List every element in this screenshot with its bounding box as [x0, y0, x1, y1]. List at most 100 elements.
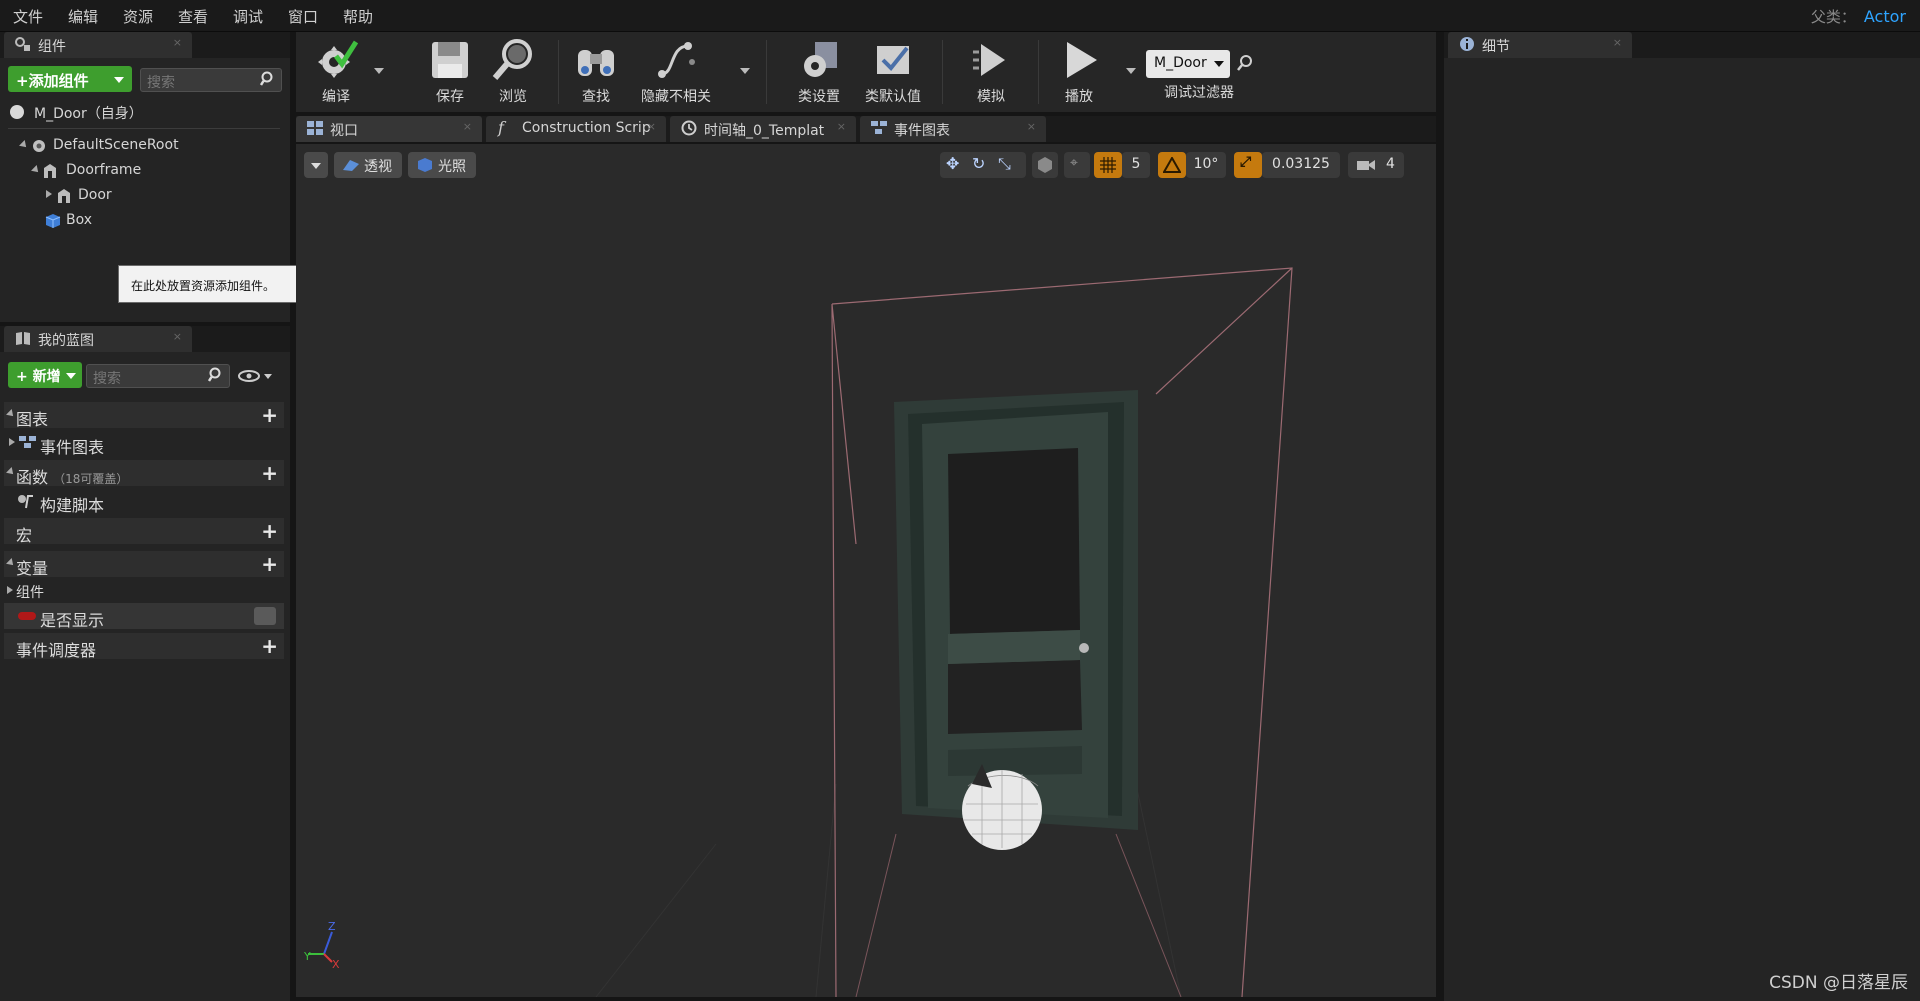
tree-item-doorframe[interactable]: Doorframe — [32, 161, 280, 183]
add-variable-button[interactable]: + — [261, 552, 278, 576]
class-defaults-button[interactable]: 类默认值 — [856, 32, 930, 112]
compile-options-dropdown[interactable] — [374, 68, 384, 74]
add-function-button[interactable]: + — [261, 461, 278, 485]
close-icon[interactable]: × — [1613, 36, 1622, 49]
collapse-arrow-icon[interactable] — [9, 438, 15, 446]
my-blueprint-search-input[interactable]: 搜索 — [86, 364, 230, 388]
grid-snap-value[interactable]: 5 — [1122, 152, 1150, 178]
view-options-icon[interactable] — [238, 368, 274, 384]
viewport[interactable]: 透视 光照 ✥ ↻ ⤡ ⌖ 5 10° ⤢ 0.03125 4 Z Y X — [296, 144, 1436, 997]
static-mesh-icon — [56, 187, 72, 205]
close-icon[interactable]: × — [647, 120, 656, 133]
details-info-icon — [1458, 36, 1476, 52]
browse-button[interactable]: 浏览 — [482, 32, 544, 112]
menu-asset[interactable]: 资源 — [123, 6, 153, 27]
menu-view[interactable]: 查看 — [178, 6, 208, 27]
components-search-input[interactable]: 搜索 — [140, 68, 282, 92]
parent-class: 父类： Actor — [1811, 6, 1906, 27]
tab-viewport[interactable]: 视口 × — [296, 116, 482, 142]
compile-gear-icon — [314, 38, 358, 82]
hide-unrelated-dropdown[interactable] — [740, 68, 750, 74]
lit-sphere-icon — [416, 157, 434, 173]
close-icon[interactable]: × — [173, 36, 182, 49]
my-blueprint-panel: 我的蓝图 × + 新增 搜索 图表 + 事件图表 函数 （18可覆盖） + 构建… — [0, 326, 290, 1001]
browse-label: 浏览 — [482, 86, 544, 106]
expand-arrow-icon[interactable] — [6, 558, 16, 568]
expand-arrow-icon[interactable] — [6, 409, 16, 419]
tab-event-graph[interactable]: 事件图表 × — [860, 116, 1046, 142]
tab-timeline[interactable]: 时间轴_0_Templat × — [670, 116, 856, 142]
section-variables[interactable]: 变量 + — [4, 551, 284, 577]
play-options-dropdown[interactable] — [1126, 68, 1136, 74]
scale-snap-value[interactable]: 0.03125 — [1262, 152, 1340, 178]
section-functions[interactable]: 函数 （18可覆盖） + — [4, 460, 284, 486]
class-settings-button[interactable]: 类设置 — [784, 32, 854, 112]
save-button[interactable]: 保存 — [420, 32, 480, 112]
section-event-dispatchers[interactable]: 事件调度器 + — [4, 633, 284, 659]
menu-help[interactable]: 帮助 — [343, 6, 373, 27]
rotation-snap-toggle[interactable] — [1158, 152, 1186, 178]
translate-icon[interactable]: ✥ — [946, 154, 959, 173]
lit-button[interactable]: 光照 — [408, 152, 476, 178]
close-icon[interactable]: × — [1027, 120, 1036, 133]
add-component-button[interactable]: +添加组件 — [8, 66, 132, 92]
add-component-label: +添加组件 — [16, 72, 89, 90]
expand-arrow-icon[interactable] — [6, 467, 16, 477]
menu-edit[interactable]: 编辑 — [68, 6, 98, 27]
scale-snap-toggle[interactable]: ⤢ — [1234, 152, 1262, 178]
compile-button[interactable]: 编译 — [300, 32, 372, 112]
menu-window[interactable]: 窗口 — [288, 6, 318, 27]
add-event-dispatcher-button[interactable]: + — [261, 634, 278, 658]
scale-arrow-icon: ⤢ — [1240, 154, 1251, 170]
add-graph-button[interactable]: + — [261, 403, 278, 427]
debug-object-select[interactable]: M_Door — [1146, 50, 1230, 78]
event-graph-label: 事件图表 — [40, 438, 104, 457]
hide-unrelated-button[interactable]: 隐藏不相关 — [630, 32, 722, 112]
rotation-snap-value[interactable]: 10° — [1186, 152, 1226, 178]
eye-toggle-icon[interactable] — [254, 607, 276, 625]
tree-item-label: DefaultSceneRoot — [53, 137, 179, 153]
camera-speed-button[interactable]: 4 — [1348, 152, 1404, 178]
add-macro-button[interactable]: + — [261, 519, 278, 543]
scale-icon[interactable]: ⤡ — [998, 154, 1011, 174]
new-button[interactable]: + 新增 — [8, 362, 82, 388]
event-graph-item[interactable]: 事件图表 — [4, 430, 284, 456]
rotate-icon[interactable]: ↻ — [972, 154, 985, 173]
close-icon[interactable]: × — [837, 120, 846, 133]
collapse-arrow-icon[interactable] — [7, 586, 13, 594]
tab-my-blueprint[interactable]: 我的蓝图 × — [4, 326, 192, 352]
tab-construction-script[interactable]: f Construction Scrip × — [486, 116, 666, 142]
tree-item-door[interactable]: Door — [44, 186, 280, 208]
collapse-arrow-icon[interactable] — [46, 190, 52, 198]
save-label: 保存 — [420, 86, 480, 106]
viewport-options-dropdown[interactable] — [304, 152, 328, 178]
tree-item-defaultsceneroot[interactable]: DefaultSceneRoot — [20, 136, 280, 158]
chevron-down-icon — [311, 163, 321, 169]
section-macros[interactable]: 宏 + — [4, 518, 284, 544]
expand-arrow-icon[interactable] — [31, 165, 41, 175]
tab-details[interactable]: 细节 × — [1448, 32, 1632, 58]
bool-pin-icon — [18, 612, 36, 620]
surface-snap-toggle[interactable]: ⌖ — [1064, 152, 1090, 178]
menu-bar: 文件 编辑 资源 查看 调试 窗口 帮助 父类： Actor — [0, 0, 1920, 32]
menu-file[interactable]: 文件 — [13, 6, 43, 27]
simulate-button[interactable]: 模拟 — [956, 32, 1026, 112]
close-icon[interactable]: × — [463, 120, 472, 133]
component-self[interactable]: M_Door（自身） — [8, 102, 284, 126]
tab-components[interactable]: 组件 × — [4, 32, 192, 58]
variable-is-visible[interactable]: 是否显示 — [4, 603, 284, 629]
section-graphs[interactable]: 图表 + — [4, 402, 284, 428]
play-button[interactable]: 播放 — [1044, 32, 1114, 112]
close-icon[interactable]: × — [173, 330, 182, 343]
world-local-toggle[interactable] — [1032, 152, 1058, 178]
construction-script-item[interactable]: 构建脚本 — [4, 488, 284, 514]
variable-category-components[interactable]: 组件 — [4, 578, 284, 604]
parent-class-link[interactable]: Actor — [1864, 7, 1906, 26]
debug-search-icon[interactable] — [1236, 54, 1254, 72]
find-button[interactable]: 查找 — [566, 32, 626, 112]
menu-debug[interactable]: 调试 — [233, 6, 263, 27]
tree-item-box[interactable]: Box — [44, 211, 280, 233]
grid-snap-toggle[interactable] — [1094, 152, 1122, 178]
expand-arrow-icon[interactable] — [19, 140, 29, 150]
perspective-button[interactable]: 透视 — [334, 152, 402, 178]
